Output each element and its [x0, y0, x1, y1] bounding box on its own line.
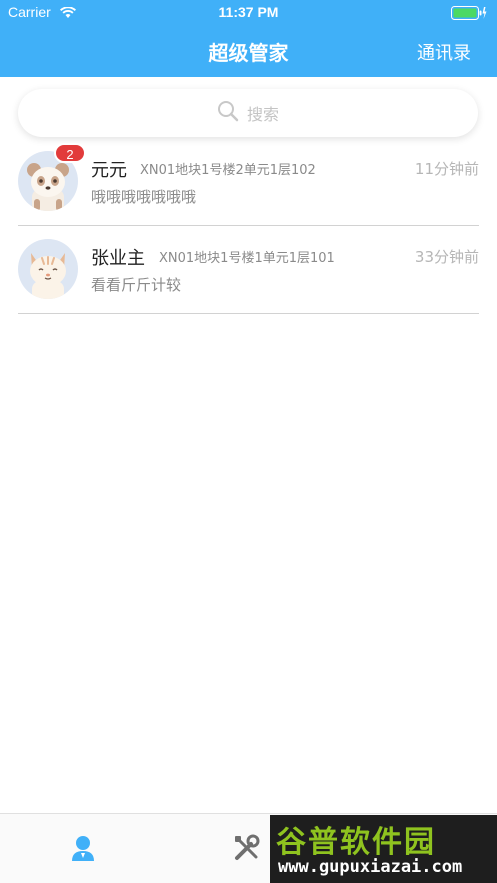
chat-time: 11分钟前 — [414, 160, 479, 178]
cat-avatar — [18, 239, 78, 299]
chat-list-item[interactable]: 2 元元 XN01地块1号楼2单元1层102 11分钟前 哦哦哦哦哦哦哦 — [18, 137, 479, 226]
user-icon[interactable] — [70, 834, 96, 866]
watermark-title: 谷普软件园 — [276, 825, 436, 860]
nav-bar: 超级管家 通讯录 — [0, 25, 497, 77]
clock: 11:37 PM — [218, 4, 279, 20]
search-bar[interactable]: 搜索 — [18, 89, 478, 137]
contacts-button[interactable]: 通讯录 — [417, 39, 471, 65]
watermark: 谷普软件园 www.gupuxiazai.com — [270, 815, 497, 883]
search-placeholder: 搜索 — [246, 105, 279, 124]
chat-name: 元元 — [91, 160, 127, 181]
chat-address: XN01地块1号楼2单元1层102 — [140, 163, 316, 178]
status-bar: Carrier 11:37 PM — [0, 0, 497, 25]
battery-icon — [451, 5, 487, 24]
tools-icon[interactable] — [233, 834, 261, 866]
watermark-url: www.gupuxiazai.com — [278, 857, 463, 877]
chat-name: 张业主 — [91, 248, 145, 269]
search-icon — [217, 100, 247, 126]
unread-badge: 2 — [54, 143, 86, 163]
chat-time: 33分钟前 — [414, 248, 479, 266]
chat-last-message: 哦哦哦哦哦哦哦 — [91, 188, 197, 206]
chat-address: XN01地块1号楼1单元1层101 — [159, 251, 335, 266]
chat-last-message: 看看斤斤计较 — [91, 276, 182, 294]
chat-list-item[interactable]: 张业主 XN01地块1号楼1单元1层101 33分钟前 看看斤斤计较 — [18, 225, 479, 314]
